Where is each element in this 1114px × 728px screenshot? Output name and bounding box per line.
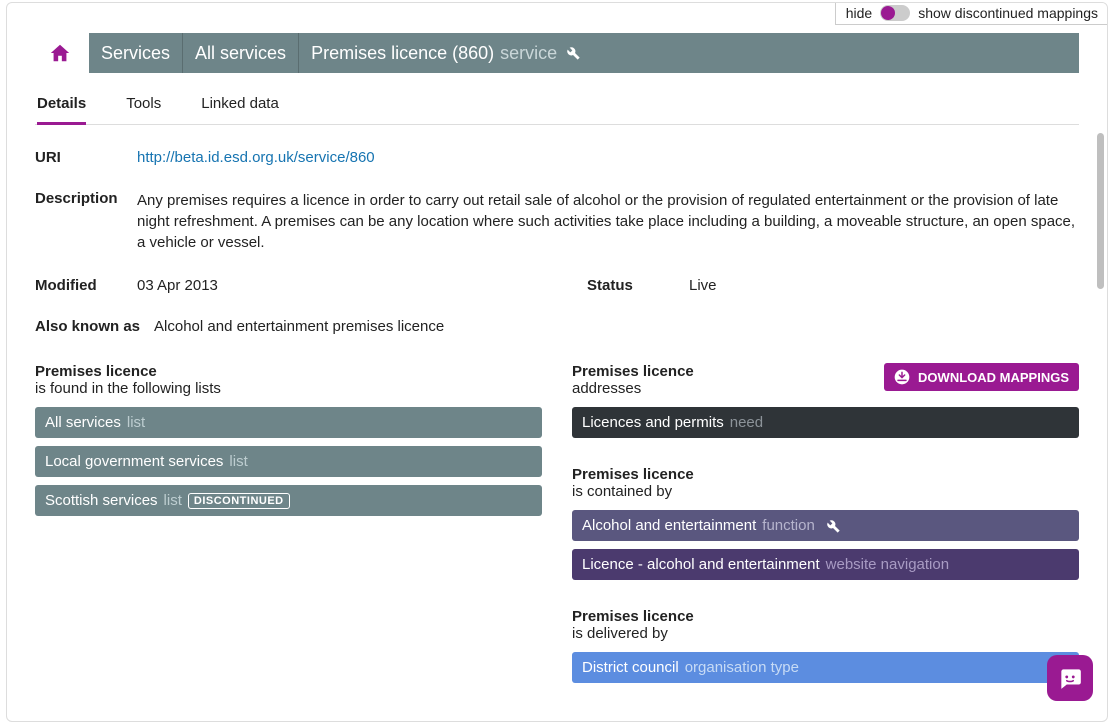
list-item[interactable]: All serviceslist [35,407,542,438]
wrench-icon[interactable] [565,45,581,61]
description-label: Description [35,190,137,253]
lists-head: Premises licence [35,363,542,380]
modified-value: 03 Apr 2013 [137,277,218,294]
download-mappings-button[interactable]: DOWNLOAD MAPPINGS [884,363,1079,391]
chat-icon [1057,665,1083,691]
tab-tools[interactable]: Tools [126,89,161,124]
contained-head: Premises licence [572,466,1079,483]
aka-value: Alcohol and entertainment premises licen… [154,318,444,335]
description-value: Any premises requires a licence in order… [137,190,1079,253]
breadcrumb-current: Premises licence (860) service [299,33,1079,73]
list-item[interactable]: Alcohol and entertainmentfunction [572,510,1079,541]
discontinued-toggle-bar: hide show discontinued mappings [835,2,1108,25]
scrollbar[interactable] [1097,133,1104,289]
toggle-show-label: show discontinued mappings [918,5,1098,21]
chat-button[interactable] [1047,655,1093,701]
tab-details[interactable]: Details [37,89,86,125]
addresses-head: Premises licence [572,363,694,380]
contained-sub: is contained by [572,483,1079,500]
home-button[interactable] [35,33,89,73]
modified-label: Modified [35,277,137,294]
aka-label: Also known as [35,318,140,335]
status-label: Status [587,277,689,294]
discontinued-toggle[interactable] [880,5,910,21]
list-item[interactable]: Scottish serviceslistDISCONTINUED [35,485,542,516]
list-item[interactable]: Licences and permits need [572,407,1079,438]
wrench-icon[interactable] [825,518,841,534]
addresses-sub: addresses [572,380,694,397]
breadcrumb-all-services[interactable]: All services [183,33,299,73]
list-item[interactable]: Local government serviceslist [35,446,542,477]
breadcrumb-services[interactable]: Services [89,33,183,73]
breadcrumb: Services All services Premises licence (… [35,33,1079,73]
uri-link[interactable]: http://beta.id.esd.org.uk/service/860 [137,149,375,166]
list-item[interactable]: Licence - alcohol and entertainmentwebsi… [572,549,1079,580]
uri-label: URI [35,149,137,166]
toggle-hide-label: hide [846,5,872,21]
tab-linked-data[interactable]: Linked data [201,89,279,124]
delivered-sub: is delivered by [572,625,1079,642]
breadcrumb-type-label: service [500,43,557,64]
lists-sub: is found in the following lists [35,380,542,397]
delivered-head: Premises licence [572,608,1079,625]
status-value: Live [689,277,717,294]
discontinued-badge: DISCONTINUED [188,493,290,509]
download-icon [894,369,910,385]
list-item[interactable]: District council organisation type [572,652,1079,683]
home-icon [49,42,71,64]
